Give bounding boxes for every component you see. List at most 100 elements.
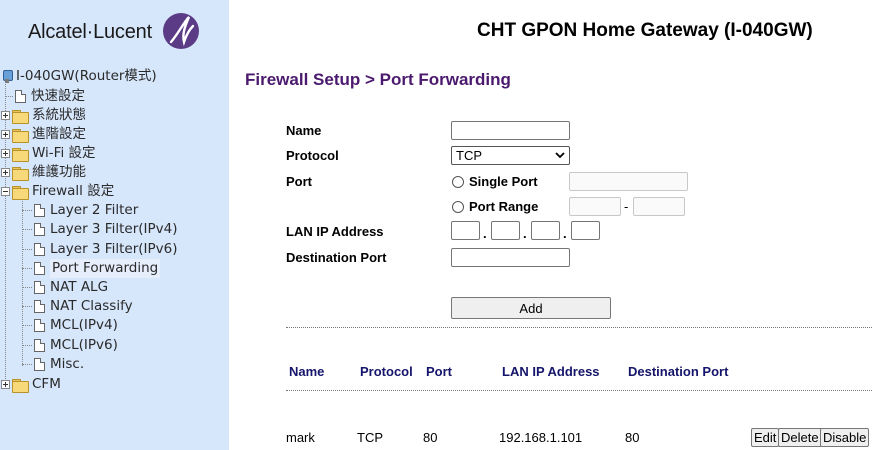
single-port-radio[interactable] xyxy=(452,176,464,188)
single-port-input[interactable] xyxy=(569,172,688,191)
tree-root-router[interactable]: I-040GW(Router模式) xyxy=(1,67,157,86)
tree-connector xyxy=(22,287,32,288)
sidebar-item-wifi-settings[interactable]: Wi-Fi 設定 xyxy=(1,144,96,163)
page-icon xyxy=(34,339,45,352)
port-range-end-input[interactable] xyxy=(633,197,685,216)
alcatel-lucent-logo-icon xyxy=(163,13,199,49)
tree-connector xyxy=(22,345,32,346)
divider xyxy=(286,327,872,328)
sidebar-item-maintenance[interactable]: 維護功能 xyxy=(1,163,86,182)
port-range-radio[interactable] xyxy=(452,201,464,213)
ip-dot: . xyxy=(563,226,567,241)
sidebar: Alcatel·Lucent I-040GW(Router模式) 快速設定 系統… xyxy=(0,0,229,450)
sidebar-item-label: NAT ALG xyxy=(50,279,109,295)
name-input[interactable] xyxy=(451,121,570,140)
delete-button[interactable]: Delete xyxy=(778,428,822,447)
sidebar-item-label: 系統狀態 xyxy=(32,107,86,123)
column-header-port: Port xyxy=(426,364,452,379)
sidebar-item-label: Wi-Fi 設定 xyxy=(32,145,96,161)
column-header-destination-port: Destination Port xyxy=(628,364,729,379)
tree-connector xyxy=(5,96,13,97)
ip-dot: . xyxy=(483,226,487,241)
chevron-down-icon xyxy=(555,152,565,159)
name-label: Name xyxy=(286,123,322,138)
sidebar-item-label: NAT Classify xyxy=(50,298,133,314)
sidebar-item-mcl-ipv4[interactable]: MCL(IPv4) xyxy=(22,316,118,335)
lan-ip-octet-4-input[interactable] xyxy=(571,221,600,240)
page-icon xyxy=(34,223,45,236)
page-icon xyxy=(34,319,45,332)
sidebar-item-nat-classify[interactable]: NAT Classify xyxy=(22,297,133,316)
divider xyxy=(286,390,872,391)
sidebar-item-layer2-filter[interactable]: Layer 2 Filter xyxy=(22,201,138,220)
lan-ip-octet-2-input[interactable] xyxy=(491,221,520,240)
folder-icon xyxy=(12,128,29,143)
tree-connector xyxy=(22,249,32,250)
page-icon xyxy=(15,90,26,103)
sidebar-item-system-status[interactable]: 系統狀態 xyxy=(1,106,86,125)
port-range-label: Port Range xyxy=(469,199,539,214)
folder-icon xyxy=(12,109,29,124)
protocol-select[interactable]: TCP xyxy=(451,146,570,165)
sidebar-item-label: Firewall 設定 xyxy=(32,183,115,199)
page-icon xyxy=(34,204,45,217)
collapse-minus-icon[interactable] xyxy=(1,187,10,196)
sidebar-item-quick-setup[interactable]: 快速設定 xyxy=(5,87,85,106)
sidebar-item-advanced-settings[interactable]: 進階設定 xyxy=(1,125,86,144)
cell-protocol: TCP xyxy=(357,430,383,445)
brand-logo: Alcatel·Lucent xyxy=(28,12,199,52)
folder-icon xyxy=(12,378,29,393)
folder-icon xyxy=(12,166,29,181)
destination-port-input[interactable] xyxy=(451,248,570,267)
expand-plus-icon[interactable] xyxy=(1,168,10,177)
sidebar-item-layer3-filter-ipv6[interactable]: Layer 3 Filter(IPv6) xyxy=(22,240,177,259)
page-title: Firewall Setup > Port Forwarding xyxy=(245,70,511,89)
cell-destination-port: 80 xyxy=(625,430,640,445)
ip-dot: . xyxy=(523,226,527,241)
expand-plus-icon[interactable] xyxy=(1,130,10,139)
disable-button[interactable]: Disable xyxy=(820,428,870,447)
port-range-start-input[interactable] xyxy=(569,197,621,216)
destination-port-label: Destination Port xyxy=(286,250,387,265)
sidebar-item-cfm[interactable]: CFM xyxy=(1,375,61,394)
tree-connector xyxy=(22,306,32,307)
sidebar-item-label: Misc. xyxy=(50,356,85,372)
cell-port: 80 xyxy=(423,430,438,445)
sidebar-item-port-forwarding[interactable]: Port Forwarding xyxy=(22,259,161,278)
tree-connector xyxy=(22,210,32,211)
gateway-title: CHT GPON Home Gateway (I-040GW) xyxy=(477,20,813,41)
sidebar-item-label: Port Forwarding xyxy=(50,259,161,278)
lan-ip-octet-3-input[interactable] xyxy=(531,221,560,240)
range-separator: - xyxy=(624,199,629,214)
sidebar-item-label: 維護功能 xyxy=(32,164,86,180)
page-icon xyxy=(34,358,45,371)
sidebar-item-firewall-settings[interactable]: Firewall 設定 xyxy=(1,182,114,201)
sidebar-item-misc[interactable]: Misc. xyxy=(22,355,84,374)
expand-plus-icon[interactable] xyxy=(1,111,10,120)
sidebar-item-label: Layer 3 Filter(IPv6) xyxy=(50,241,178,257)
sidebar-item-layer3-filter-ipv4[interactable]: Layer 3 Filter(IPv4) xyxy=(22,220,177,239)
page-icon xyxy=(34,281,45,294)
add-button[interactable]: Add xyxy=(451,297,611,319)
expand-plus-icon[interactable] xyxy=(1,380,10,389)
logo-text: Alcatel·Lucent xyxy=(28,20,152,43)
expand-plus-icon[interactable] xyxy=(1,149,10,158)
lan-ip-label: LAN IP Address xyxy=(286,224,384,239)
cell-name: mark xyxy=(286,430,315,445)
router-icon xyxy=(1,69,13,84)
tree-connector xyxy=(22,229,32,230)
lan-ip-octet-1-input[interactable] xyxy=(451,221,480,240)
sidebar-item-nat-alg[interactable]: NAT ALG xyxy=(22,278,108,297)
tree-connector xyxy=(22,268,32,269)
folder-open-icon xyxy=(12,185,29,200)
tree-connector xyxy=(22,364,32,365)
sidebar-item-label: MCL(IPv6) xyxy=(50,337,118,353)
sidebar-item-mcl-ipv6[interactable]: MCL(IPv6) xyxy=(22,336,118,355)
port-label: Port xyxy=(286,174,312,189)
single-port-label: Single Port xyxy=(469,174,538,189)
page-icon xyxy=(34,262,45,275)
column-header-lan-ip: LAN IP Address xyxy=(502,364,600,379)
protocol-label: Protocol xyxy=(286,148,339,163)
edit-button[interactable]: Edit xyxy=(751,428,780,447)
protocol-selected-value: TCP xyxy=(456,148,482,163)
